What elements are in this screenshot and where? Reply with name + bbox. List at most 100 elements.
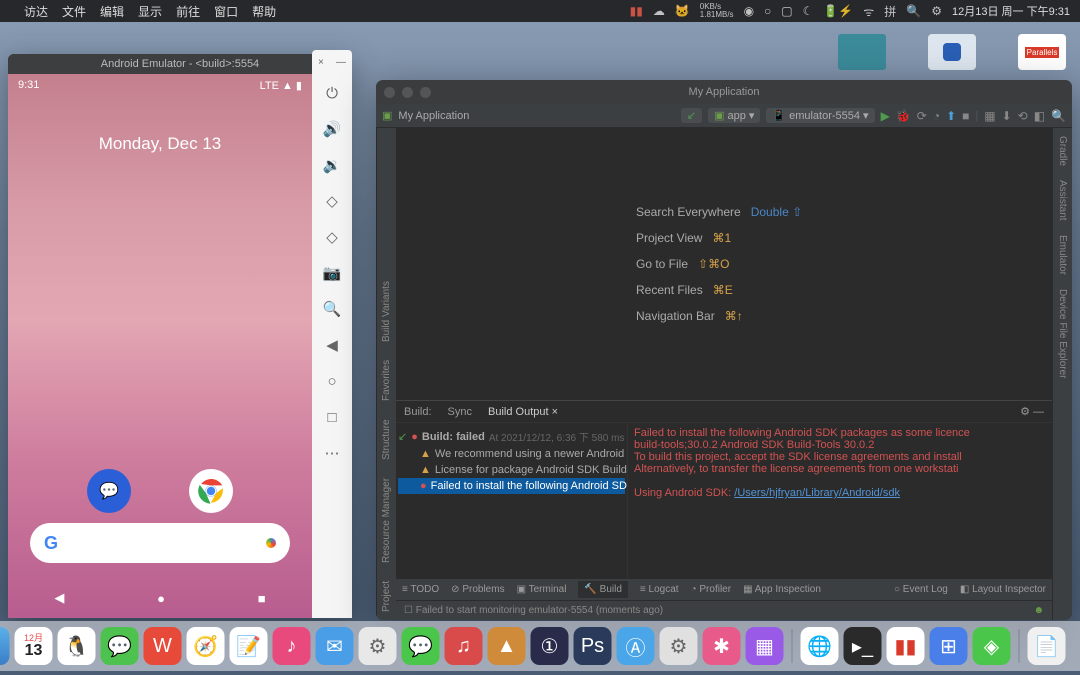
rotate-left-button[interactable]: ◇ — [321, 190, 343, 212]
zoom-button[interactable]: 🔍 — [321, 298, 343, 320]
tab-assistant[interactable]: Assistant — [1057, 180, 1068, 221]
messages-app-icon[interactable]: 💬 — [87, 469, 131, 513]
chrome-app-icon[interactable] — [189, 469, 233, 513]
menu-view[interactable]: 显示 — [138, 3, 162, 20]
phone-screen[interactable]: 9:31 LTE ▲ ▮ Monday, Dec 13 💬 G ◀ ● ■ — [8, 74, 312, 618]
em-back-button[interactable]: ◀ — [321, 334, 343, 356]
dock-1password[interactable]: ① — [531, 627, 569, 665]
emulator-window[interactable]: Android Emulator - <build>:5554 9:31 LTE… — [8, 54, 352, 618]
nav-recent-button[interactable]: ■ — [258, 591, 266, 606]
device-combo[interactable]: 📱 emulator-5554 ▾ — [766, 108, 874, 123]
dock-netease[interactable]: ♫ — [445, 627, 483, 665]
assistant-icon[interactable] — [266, 538, 276, 548]
screenshot-button[interactable]: 📷 — [321, 262, 343, 284]
status-control-icon[interactable]: ⚙ — [931, 4, 942, 18]
tab-logcat[interactable]: ≡ Logcat — [640, 584, 679, 595]
emulator-titlebar[interactable]: Android Emulator - <build>:5554 — [8, 54, 352, 74]
avd-button[interactable]: ▦ — [984, 109, 995, 123]
search-icon[interactable]: 🔍 — [1051, 109, 1066, 123]
status-wechat-icon[interactable]: ☁ — [653, 4, 665, 18]
breadcrumb[interactable]: My Application — [398, 110, 469, 122]
nav-home-button[interactable]: ● — [157, 591, 165, 606]
status-search-icon[interactable]: 🔍 — [906, 4, 921, 18]
debug-button[interactable]: 🐞 — [896, 109, 911, 123]
tab-profiler[interactable]: ◔ Profiler — [691, 584, 732, 595]
dock-trash[interactable]: 🗑 — [1071, 627, 1080, 665]
build-tab-build[interactable]: Build: — [404, 406, 432, 418]
emulator-close-icon[interactable]: × — [318, 57, 324, 68]
status-cat-icon[interactable]: 🐱 — [675, 4, 690, 18]
traffic-lights[interactable] — [384, 87, 431, 98]
tab-problems[interactable]: ⊘ Problems — [451, 584, 504, 595]
dock-finder[interactable]: ☻ — [0, 627, 10, 665]
menu-window[interactable]: 窗口 — [214, 3, 238, 20]
menu-edit[interactable]: 编辑 — [100, 3, 124, 20]
status-pause-icon[interactable]: ▮▮ — [630, 4, 643, 18]
dock-chrome[interactable]: 🌐 — [801, 627, 839, 665]
build-variant-button[interactable]: ↙ — [681, 108, 702, 123]
tab-gradle[interactable]: Gradle — [1057, 136, 1068, 166]
dock-calendar[interactable]: 12月13 — [15, 627, 53, 665]
dock-asana[interactable]: ✱ — [703, 627, 741, 665]
tab-layout-inspector[interactable]: ◧ Layout Inspector — [960, 584, 1046, 595]
menu-help[interactable]: 帮助 — [252, 3, 276, 20]
sdk-button[interactable]: ⬇ — [1002, 109, 1012, 123]
rotate-right-button[interactable]: ◇ — [321, 226, 343, 248]
layout-button[interactable]: ◧ — [1034, 109, 1045, 123]
nav-back-button[interactable]: ◀ — [54, 590, 64, 606]
attach-button[interactable]: ⬆ — [946, 109, 956, 123]
stop-button[interactable]: ■ — [962, 109, 969, 123]
build-tab-output[interactable]: Build Output × — [488, 406, 558, 418]
dock-windows[interactable]: ⊞ — [930, 627, 968, 665]
menu-app[interactable]: 访达 — [24, 3, 48, 20]
dock-appstore[interactable]: Ⓐ — [617, 627, 655, 665]
tab-resource-manager[interactable]: Resource Manager — [381, 478, 392, 563]
tab-build-variants[interactable]: Build Variants — [381, 281, 392, 342]
dock-doc[interactable]: 📄 — [1028, 627, 1066, 665]
android-studio-window[interactable]: My Application ▣ My Application ↙ ▣ app … — [376, 80, 1072, 620]
run-config-combo[interactable]: ▣ app ▾ — [708, 108, 760, 123]
status-datetime[interactable]: 12月13日 周一 下午9:31 — [952, 3, 1070, 19]
desktop-image[interactable] — [922, 34, 982, 70]
dock-teamviewer[interactable]: ◈ — [973, 627, 1011, 665]
dock-wps[interactable]: W — [144, 627, 182, 665]
tab-app-inspection[interactable]: ▦ App Inspection — [743, 584, 821, 595]
dock-messages[interactable]: 💬 — [402, 627, 440, 665]
dock-vlc[interactable]: ▲ — [488, 627, 526, 665]
build-settings-icon[interactable]: ⚙ — — [1020, 405, 1044, 418]
dock-wechat[interactable]: 💬 — [101, 627, 139, 665]
tab-favorites[interactable]: Favorites — [381, 360, 392, 401]
volume-up-button[interactable]: 🔊 — [321, 118, 343, 140]
tab-eventlog[interactable]: ○ Event Log — [894, 584, 948, 595]
tab-device-explorer[interactable]: Device File Explorer — [1057, 289, 1068, 378]
google-search-bar[interactable]: G — [30, 523, 290, 563]
tab-emulator[interactable]: Emulator — [1057, 235, 1068, 275]
coverage-button[interactable]: ⟳ — [917, 109, 927, 123]
dock-music[interactable]: ♪ — [273, 627, 311, 665]
run-button[interactable]: ▶ — [881, 109, 890, 123]
em-overview-button[interactable]: □ — [321, 406, 343, 428]
status-battery-icon[interactable]: 🔋⚡ — [823, 4, 853, 18]
status-ring-icon[interactable]: ○ — [764, 4, 771, 18]
status-circle-icon[interactable]: ◉ — [744, 4, 754, 18]
menu-file[interactable]: 文件 — [62, 3, 86, 20]
tab-todo[interactable]: ≡ TODO — [402, 584, 439, 595]
status-input-icon[interactable]: 拼 — [884, 3, 896, 20]
build-output[interactable]: Failed to install the following Android … — [628, 423, 1052, 578]
status-netspeed[interactable]: 0KB/s 1.81MB/s — [700, 3, 734, 19]
dock-photoshop[interactable]: Ps — [574, 627, 612, 665]
dock-sysprefs[interactable]: ⚙ — [660, 627, 698, 665]
emulator-minimize-icon[interactable]: — — [336, 57, 346, 68]
dock-safari[interactable]: 🧭 — [187, 627, 225, 665]
volume-down-button[interactable]: 🔉 — [321, 154, 343, 176]
em-more-button[interactable]: ⋯ — [321, 442, 343, 464]
dock-qq[interactable]: 🐧 — [58, 627, 96, 665]
tab-structure[interactable]: Structure — [381, 419, 392, 460]
sdk-path-link[interactable]: /Users/hjfryan/Library/Android/sdk — [734, 487, 900, 499]
power-button[interactable]: ⏻ — [321, 82, 343, 104]
dock-terminal[interactable]: ▸_ — [844, 627, 882, 665]
profile-button[interactable]: ◔ — [933, 109, 940, 123]
dock-parallels[interactable]: ▮▮ — [887, 627, 925, 665]
dock-notes[interactable]: 📝 — [230, 627, 268, 665]
em-home-button[interactable]: ○ — [321, 370, 343, 392]
